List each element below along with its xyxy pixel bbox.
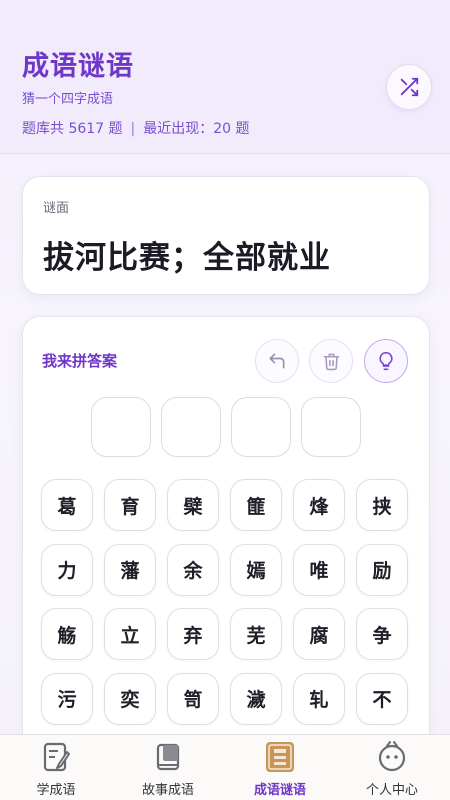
char-key[interactable]: 余 [167, 543, 219, 596]
char-key[interactable]: 污 [41, 672, 93, 725]
answer-slot-4[interactable] [301, 397, 361, 457]
char-key[interactable]: 轧 [293, 672, 345, 725]
char-key[interactable]: 笥 [167, 672, 219, 725]
char-key[interactable]: 濊 [230, 672, 282, 725]
char-key[interactable]: 争 [356, 608, 408, 660]
page-title: 成语谜语 [22, 51, 134, 82]
page-subtitle: 猜一个四字成语 [22, 92, 114, 107]
tab-label-learn: 学成语 [36, 783, 76, 798]
char-key[interactable]: 觞 [41, 608, 93, 660]
shuffle-button[interactable] [386, 64, 432, 110]
char-key[interactable]: 藩 [104, 543, 156, 596]
riddle-text: 拔河比赛；全部就业 [43, 240, 331, 276]
answer-slot-2[interactable] [161, 397, 221, 457]
stats-line: 题库共 5617 题 | 最近出现：20 题 [22, 118, 250, 138]
clear-button[interactable] [309, 339, 353, 383]
tab-idiom-riddles[interactable]: 成语谜语 [224, 735, 336, 800]
tab-learn-idioms[interactable]: 学成语 [0, 735, 112, 800]
char-key[interactable]: 育 [104, 479, 156, 531]
char-key[interactable]: 芜 [230, 608, 282, 660]
char-key[interactable]: 葛 [41, 479, 93, 531]
char-key[interactable]: 烽 [293, 479, 345, 531]
char-key[interactable]: 唯 [293, 543, 345, 596]
tab-story-idioms[interactable]: 故事成语 [112, 735, 224, 800]
tab-label-riddle: 成语谜语 [253, 783, 306, 798]
tab-bar: 学成语 故事成语 成语谜语 个人中心 [0, 734, 450, 800]
stats-separator: | [130, 121, 136, 137]
storybook-icon [156, 743, 180, 771]
char-key[interactable]: 腐 [293, 608, 345, 660]
tab-label-story: 故事成语 [141, 783, 194, 798]
char-key[interactable]: 檗 [167, 479, 219, 531]
answer-card: 我来拼答案 葛育檗篚烽挟力藩余嫣唯励觞立弃芜腐争污奕笥濊轧不 [22, 316, 430, 756]
tab-label-profile: 个人中心 [365, 783, 418, 798]
char-key[interactable]: 挟 [356, 479, 408, 531]
char-key[interactable]: 奕 [104, 672, 156, 725]
char-key[interactable]: 力 [41, 543, 93, 596]
hint-button[interactable] [364, 339, 408, 383]
answer-slot-1[interactable] [91, 397, 151, 457]
undo-icon [269, 353, 285, 369]
book-pen-icon [43, 742, 70, 772]
header: 成语谜语 猜一个四字成语 题库共 5617 题 | 最近出现：20 题 [0, 0, 450, 154]
shuffle-icon [400, 77, 419, 97]
char-key[interactable]: 嫣 [230, 543, 282, 596]
riddle-card: 谜面 拔河比赛；全部就业 [22, 176, 430, 295]
stats-total: 题库共 5617 题 [22, 121, 123, 137]
lightbulb-icon [379, 351, 393, 371]
char-key[interactable]: 不 [356, 672, 408, 725]
tab-profile[interactable]: 个人中心 [336, 735, 448, 800]
riddle-seal-icon [266, 742, 294, 772]
answer-slot-3[interactable] [231, 397, 291, 457]
char-key[interactable]: 励 [356, 543, 408, 596]
profile-face-icon [378, 741, 406, 772]
stats-recent: 最近出现：20 题 [143, 121, 250, 137]
trash-icon [323, 353, 339, 370]
char-key[interactable]: 篚 [230, 479, 282, 531]
undo-button[interactable] [255, 339, 299, 383]
char-key[interactable]: 弃 [167, 608, 219, 660]
char-key[interactable]: 立 [104, 608, 156, 660]
answer-title: 我来拼答案 [42, 352, 118, 370]
riddle-label: 谜面 [43, 201, 70, 216]
